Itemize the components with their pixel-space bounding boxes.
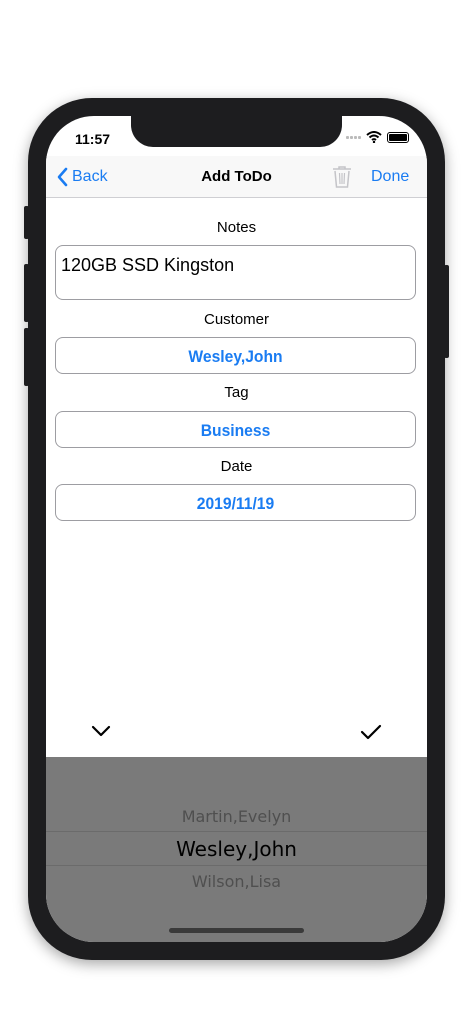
wifi-icon bbox=[366, 131, 382, 143]
done-button[interactable]: Done bbox=[371, 168, 409, 186]
picker-selection-top bbox=[46, 831, 427, 832]
tag-value: Business bbox=[200, 420, 271, 440]
screen: 11:57 Back Add ToDo Done Notes 120GB SSD… bbox=[46, 116, 427, 942]
checkmark-icon bbox=[360, 724, 382, 740]
picker-item[interactable]: Wilson,Lisa bbox=[46, 872, 427, 891]
status-icons bbox=[346, 131, 409, 143]
date-label: Date bbox=[220, 458, 253, 475]
customer-field[interactable]: Wesley,John bbox=[55, 337, 416, 374]
dismiss-picker-button[interactable] bbox=[91, 724, 111, 743]
home-indicator[interactable] bbox=[169, 928, 304, 933]
tag-label: Tag bbox=[224, 384, 249, 401]
navigation-bar: Back Add ToDo Done bbox=[46, 156, 427, 198]
delete-button[interactable] bbox=[332, 165, 352, 194]
customer-value: Wesley,John bbox=[188, 346, 283, 366]
picker-selection-bottom bbox=[46, 865, 427, 866]
notes-label: Notes bbox=[216, 219, 257, 236]
cell-signal-icon bbox=[346, 135, 361, 139]
status-time: 11:57 bbox=[75, 131, 111, 147]
volume-down-button bbox=[24, 328, 29, 386]
trash-icon bbox=[333, 166, 351, 188]
back-chevron-icon bbox=[57, 167, 68, 187]
power-button bbox=[444, 265, 449, 358]
tag-field[interactable]: Business bbox=[55, 411, 416, 448]
customer-label: Customer bbox=[203, 311, 270, 328]
customer-picker[interactable]: Martin,Evelyn Wesley,John Wilson,Lisa bbox=[46, 757, 427, 942]
chevron-down-icon bbox=[91, 725, 111, 737]
notch bbox=[131, 116, 342, 147]
volume-up-button bbox=[24, 264, 29, 322]
back-label: Back bbox=[72, 168, 108, 185]
back-button[interactable]: Back bbox=[56, 167, 108, 187]
date-field[interactable]: 2019/11/19 bbox=[55, 484, 416, 521]
confirm-picker-button[interactable] bbox=[360, 724, 382, 745]
picker-item[interactable]: Martin,Evelyn bbox=[46, 807, 427, 826]
battery-icon bbox=[387, 131, 409, 143]
notes-field[interactable]: 120GB SSD Kingston bbox=[55, 245, 416, 300]
mute-switch bbox=[24, 206, 29, 239]
date-value: 2019/11/19 bbox=[196, 493, 275, 513]
picker-item-selected[interactable]: Wesley,John bbox=[46, 837, 427, 861]
